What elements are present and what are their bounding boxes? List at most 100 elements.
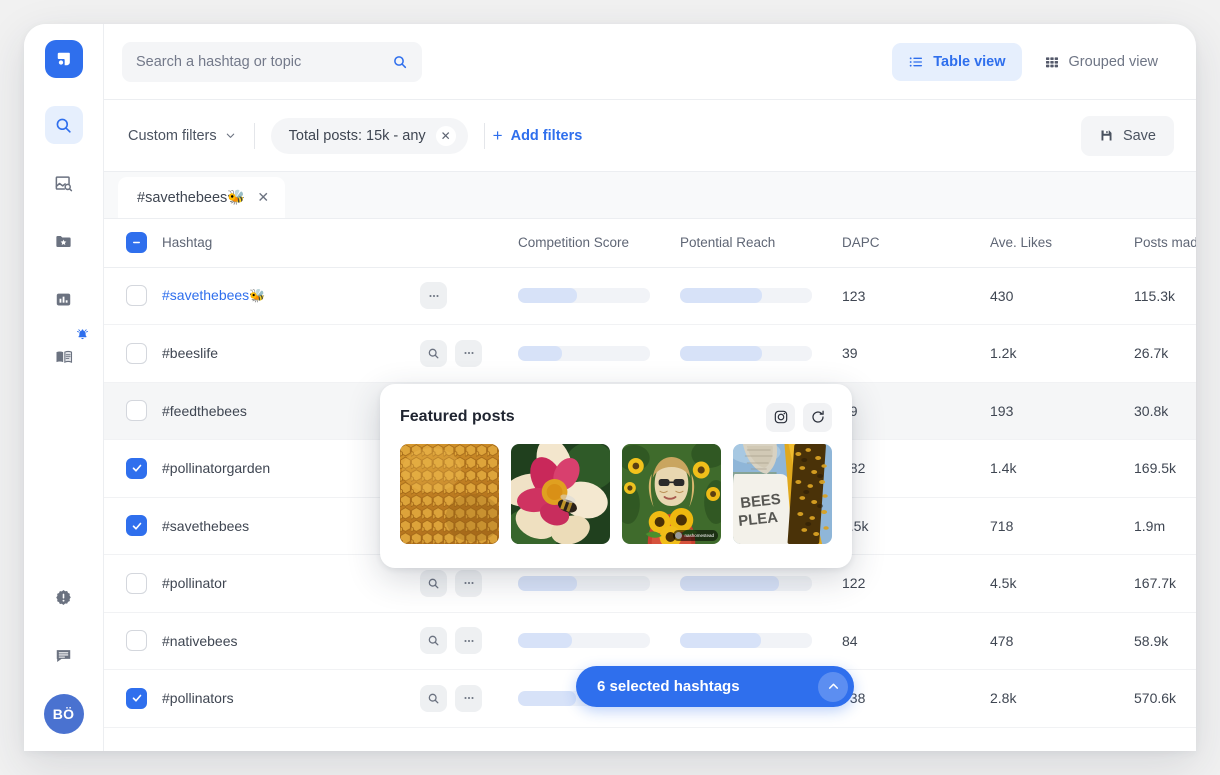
thumb-sunflower-woman[interactable]: nashomestead xyxy=(622,444,721,544)
sidebar-item-collections[interactable] xyxy=(45,222,83,260)
row-checkbox[interactable] xyxy=(126,343,147,364)
hashtag-label[interactable]: #pollinatorgarden xyxy=(162,460,270,476)
row-checkbox[interactable] xyxy=(126,573,147,594)
hashtag-label[interactable]: #pollinator xyxy=(162,575,227,591)
search-box[interactable] xyxy=(122,42,422,82)
filter-bar: Custom filters Total posts: 15k - any ✕ … xyxy=(104,100,1196,172)
search-input[interactable] xyxy=(136,54,392,70)
close-icon[interactable]: ✕ xyxy=(257,189,269,206)
save-button[interactable]: Save xyxy=(1081,116,1174,156)
table-row[interactable]: #nativebees 84 478 58.9k xyxy=(104,612,1196,670)
row-action-more[interactable] xyxy=(420,282,447,309)
folder-star-icon xyxy=(54,232,73,251)
row-actions-cell xyxy=(420,612,518,670)
col-ave-likes[interactable]: Ave. Likes xyxy=(990,219,1134,267)
instagram-icon[interactable] xyxy=(766,403,795,432)
col-hashtag[interactable]: Hashtag xyxy=(162,219,420,267)
hashtag-label[interactable]: #savethebees🐝 xyxy=(162,287,265,303)
thumb-beekeeper-frame[interactable]: BEES PLEA xyxy=(733,444,832,544)
search-icon[interactable] xyxy=(392,54,408,70)
plus-icon: + xyxy=(493,126,503,146)
row-action-search[interactable] xyxy=(420,340,447,367)
sidebar-item-support[interactable] xyxy=(45,636,83,674)
row-checkbox[interactable] xyxy=(126,400,147,421)
col-competition-score[interactable]: Competition Score xyxy=(518,219,680,267)
sidebar-item-alerts[interactable] xyxy=(45,578,83,616)
potential-reach-cell xyxy=(680,325,842,383)
add-filters-button[interactable]: + Add filters xyxy=(493,126,583,146)
custom-filters-dropdown[interactable]: Custom filters xyxy=(128,128,254,144)
thumb-watermark-label: nashomestead xyxy=(684,533,714,538)
dapc-cell: 1.5k xyxy=(842,497,990,555)
row-action-more[interactable] xyxy=(455,340,482,367)
row-checkbox[interactable] xyxy=(126,630,147,651)
row-action-search[interactable] xyxy=(420,570,447,597)
col-potential-reach[interactable]: Potential Reach xyxy=(680,219,842,267)
potential-reach-bar xyxy=(680,346,812,361)
row-action-more[interactable] xyxy=(455,685,482,712)
book-icon xyxy=(54,347,74,367)
minus-icon xyxy=(131,237,142,248)
row-select-cell xyxy=(104,325,162,383)
sidebar-item-search[interactable] xyxy=(45,106,83,144)
bee-emoji: 🐝 xyxy=(249,288,265,303)
thumb-dahlia-bee[interactable] xyxy=(511,444,610,544)
hashtag-label[interactable]: #pollinators xyxy=(162,690,234,706)
sidebar-item-learn[interactable] xyxy=(45,338,83,376)
ave-likes-cell: 478 xyxy=(990,612,1134,670)
grid-icon xyxy=(1044,54,1060,70)
tab-grouped-view[interactable]: Grouped view xyxy=(1028,43,1174,81)
hashtag-tab[interactable]: #savethebees🐝 ✕ xyxy=(118,177,285,218)
hashtag-label[interactable]: #nativebees xyxy=(162,633,238,649)
list-icon xyxy=(908,54,924,70)
more-icon xyxy=(462,576,476,590)
hashtag-label[interactable]: #beeslife xyxy=(162,345,218,361)
bar-chart-icon xyxy=(54,290,73,309)
hashtag-label[interactable]: #savethebees xyxy=(162,518,249,534)
select-all-checkbox[interactable] xyxy=(126,232,147,253)
table-row[interactable]: #savethebees🐝 123 430 115.3k xyxy=(104,267,1196,325)
row-checkbox[interactable] xyxy=(126,458,147,479)
row-action-more[interactable] xyxy=(455,570,482,597)
sidebar: BÖ xyxy=(24,24,104,751)
row-checkbox[interactable] xyxy=(126,285,147,306)
search-icon xyxy=(427,634,440,647)
dapc-cell: 39 xyxy=(842,382,990,440)
row-hashtag-cell: #beeslife xyxy=(162,325,420,383)
ave-likes-cell: 1.2k xyxy=(990,325,1134,383)
posts-made-cell: 169.5k xyxy=(1134,440,1196,498)
table-row[interactable]: #beeslife 39 1.2k 26.7k xyxy=(104,325,1196,383)
add-filters-label: Add filters xyxy=(511,128,583,144)
sidebar-item-analytics[interactable] xyxy=(45,280,83,318)
dapc-cell: 84 xyxy=(842,612,990,670)
selected-hashtags-bar[interactable]: 6 selected hashtags xyxy=(576,666,854,707)
avatar[interactable]: BÖ xyxy=(44,694,84,734)
dapc-cell: 122 xyxy=(842,555,990,613)
row-actions-cell xyxy=(420,670,518,728)
row-action-search[interactable] xyxy=(420,685,447,712)
close-icon[interactable]: ✕ xyxy=(436,126,456,146)
col-dapc[interactable]: DAPC xyxy=(842,219,990,267)
posts-made-cell: 1.9m xyxy=(1134,497,1196,555)
row-select-cell xyxy=(104,612,162,670)
sidebar-item-image-search[interactable] xyxy=(45,164,83,202)
thumb-beekeeper-frame-art: BEES PLEA xyxy=(733,444,832,544)
row-action-more[interactable] xyxy=(455,627,482,654)
row-action-search[interactable] xyxy=(420,627,447,654)
competition-score-cell xyxy=(518,325,680,383)
chevron-up-icon[interactable] xyxy=(818,672,848,702)
row-checkbox[interactable] xyxy=(126,688,147,709)
posts-made-cell: 115.3k xyxy=(1134,267,1196,325)
instagram-glyph xyxy=(773,409,789,425)
alert-badge-icon xyxy=(54,588,73,607)
col-posts-made[interactable]: Posts made xyxy=(1134,219,1196,267)
refresh-icon[interactable] xyxy=(803,403,832,432)
thumb-honeycomb[interactable] xyxy=(400,444,499,544)
avatar-dot-icon xyxy=(675,532,682,539)
app-logo-icon[interactable] xyxy=(45,40,83,78)
custom-filters-label: Custom filters xyxy=(128,128,217,144)
tab-table-view[interactable]: Table view xyxy=(892,43,1021,81)
hashtag-label[interactable]: #feedthebees xyxy=(162,403,247,419)
row-checkbox[interactable] xyxy=(126,515,147,536)
filter-chip-total-posts[interactable]: Total posts: 15k - any ✕ xyxy=(271,118,468,154)
